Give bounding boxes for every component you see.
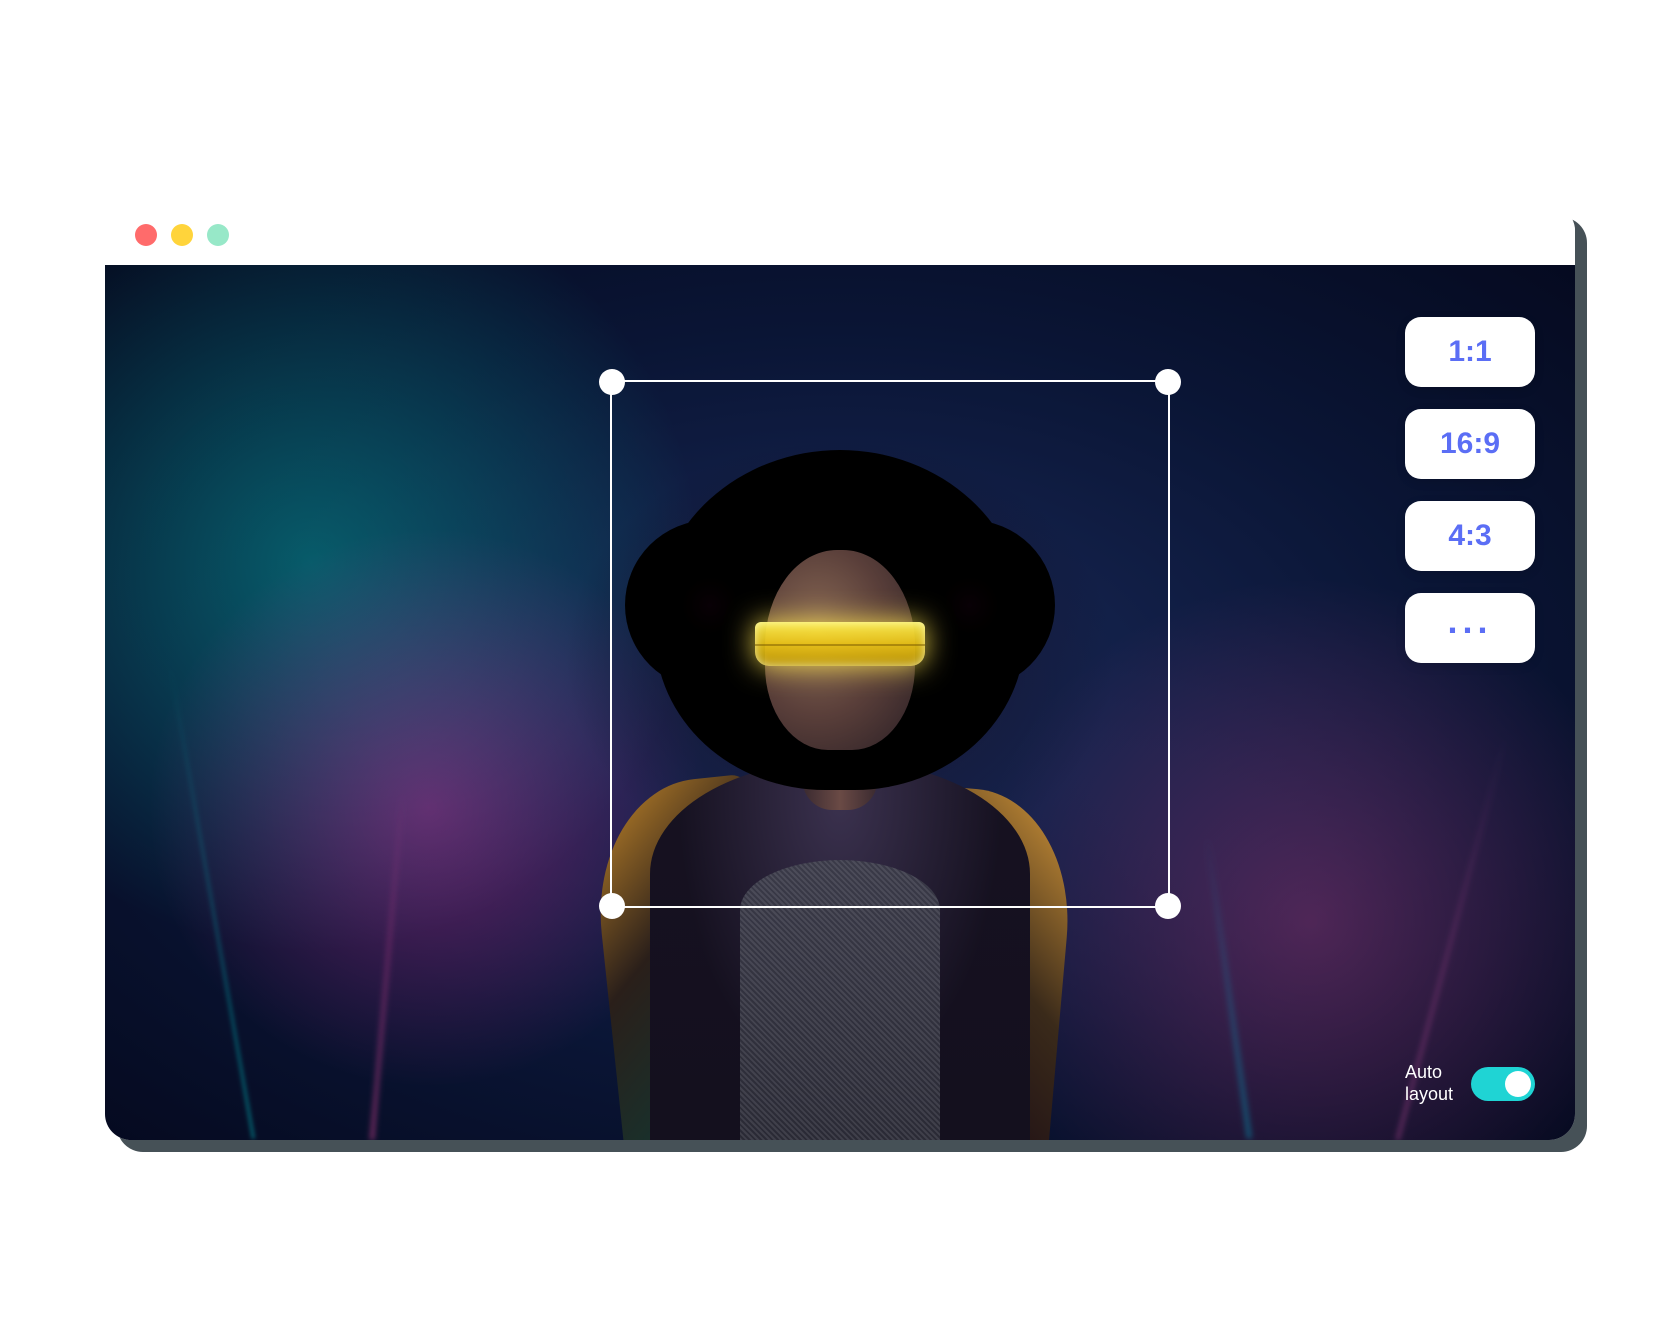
crop-handle-top-left[interactable]	[599, 369, 625, 395]
auto-layout-label: Auto layout	[1405, 1062, 1453, 1105]
toggle-knob-icon	[1505, 1071, 1531, 1097]
window-title-bar	[105, 205, 1575, 265]
auto-layout-toggle[interactable]	[1471, 1067, 1535, 1101]
ratio-4-3-button[interactable]: 4:3	[1405, 501, 1535, 571]
crop-handle-bottom-left[interactable]	[599, 893, 625, 919]
browser-window: 1:1 16:9 4:3 ... Auto layout	[105, 205, 1575, 1140]
ratio-16-9-button[interactable]: 16:9	[1405, 409, 1535, 479]
close-window-button[interactable]	[135, 224, 157, 246]
crop-handle-bottom-right[interactable]	[1155, 893, 1181, 919]
visor-glasses	[755, 622, 925, 666]
photo-subject	[560, 380, 1120, 1140]
ratio-more-button[interactable]: ...	[1405, 593, 1535, 663]
photo-background	[105, 265, 1575, 1140]
aspect-ratio-panel: 1:1 16:9 4:3 ...	[1405, 317, 1535, 663]
zoom-window-button[interactable]	[207, 224, 229, 246]
editor-canvas[interactable]: 1:1 16:9 4:3 ... Auto layout	[105, 265, 1575, 1140]
ratio-1-1-button[interactable]: 1:1	[1405, 317, 1535, 387]
crop-handle-top-right[interactable]	[1155, 369, 1181, 395]
minimize-window-button[interactable]	[171, 224, 193, 246]
auto-layout-control: Auto layout	[1405, 1062, 1535, 1105]
